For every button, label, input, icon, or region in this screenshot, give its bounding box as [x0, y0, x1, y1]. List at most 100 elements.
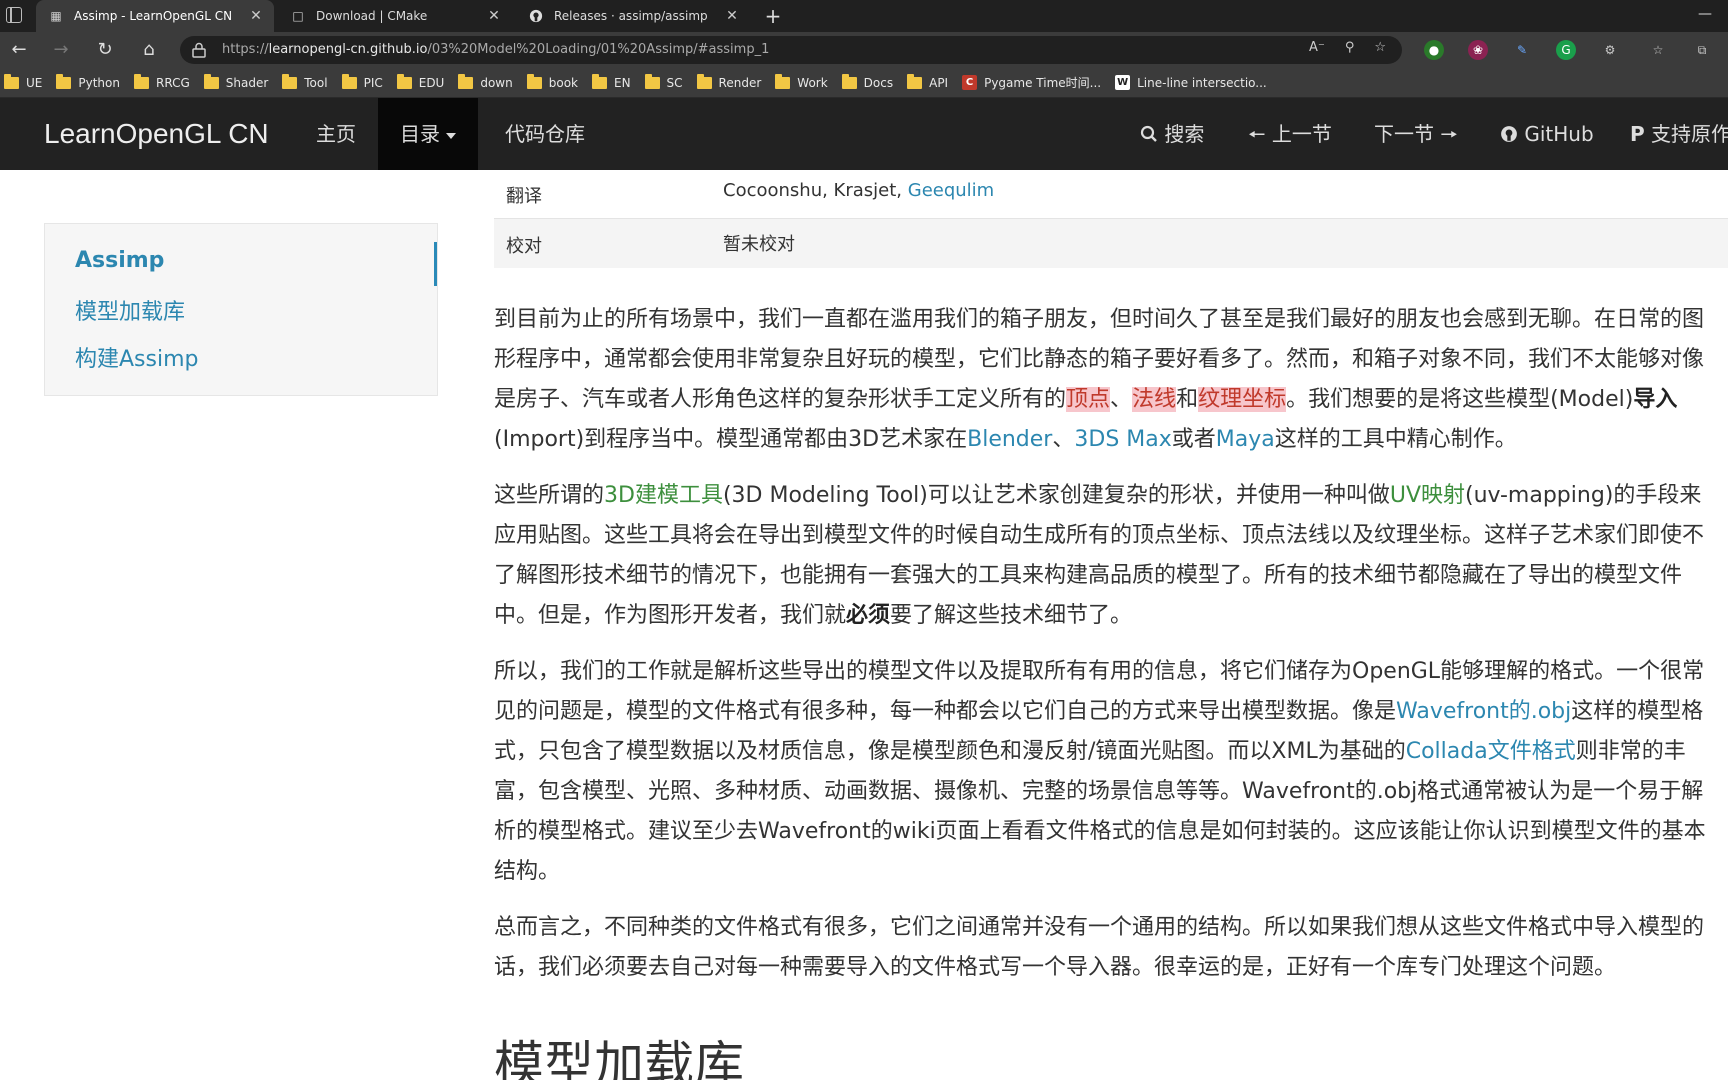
tab-label: Download | CMake	[316, 9, 428, 23]
text-line: 到目前为止的所有场景中，我们一直都在滥用我们的箱子朋友，但时间久了甚至是我们最好…	[494, 307, 1705, 332]
close-icon[interactable]: ✕	[486, 8, 502, 24]
text-line: 式，只包含了模型数据以及材质信息，像是模型颜色和漫反射/镜面光贴图。而以XML为…	[494, 732, 1728, 772]
link-collada[interactable]: Collada文件格式	[1406, 739, 1576, 764]
forward-arrow-icon[interactable]: →	[48, 38, 74, 62]
bookmark-label: Python	[78, 75, 120, 90]
nav-repo[interactable]: 代码仓库	[483, 98, 607, 170]
toc-item-assimp[interactable]: Assimp	[75, 248, 164, 273]
bookmark-folder[interactable]: Tool	[282, 73, 328, 90]
nav-next[interactable]: 下一节 🠖	[1352, 98, 1480, 170]
translator-link[interactable]: Geequlim	[908, 180, 994, 201]
folder-icon	[696, 73, 712, 89]
read-aloud-icon[interactable]: A⁻	[1309, 40, 1325, 55]
text-span: 这样的工具中精心制作。	[1274, 427, 1517, 452]
bookmark-folder[interactable]: book	[526, 73, 578, 90]
lock-icon	[192, 42, 206, 58]
new-tab-icon[interactable]: +	[760, 3, 786, 29]
text-line: 了解图形技术细节的情况下，也能拥有一套强大的工具来构建高品质的模型了。所有的技术…	[494, 563, 1683, 588]
site-navbar: LearnOpenGL CN 主页 目录 代码仓库 搜索 🠔 上一节 下一节 🠖…	[0, 98, 1728, 170]
toc-item-building-assimp[interactable]: 构建Assimp	[75, 341, 198, 373]
bookmark-folder[interactable]: Render	[696, 73, 761, 90]
text-span: 式，只包含了模型数据以及材质信息，像是模型颜色和漫反射/镜面光贴图。而以XML为…	[494, 739, 1406, 764]
refresh-icon[interactable]: ↻	[92, 38, 118, 62]
close-icon[interactable]: ✕	[724, 8, 740, 24]
term-uv-mapping: UV映射	[1389, 483, 1466, 508]
bookmark-folder[interactable]: SC	[644, 73, 683, 90]
active-indicator	[434, 242, 437, 286]
favorite-add-icon[interactable]: ☆	[1374, 40, 1386, 55]
folder-icon	[341, 73, 357, 89]
paragraph: 这些所谓的3D建模工具(3D Modeling Tool)可以让艺术家创建复杂的…	[494, 476, 1728, 636]
github-icon	[528, 8, 544, 24]
nav-github[interactable]: GitHub	[1478, 98, 1616, 170]
bookmark-folder[interactable]: UE	[4, 73, 42, 90]
favorites-icon[interactable]: ☆	[1648, 40, 1668, 60]
text-span: 则非常的丰	[1575, 739, 1686, 764]
nav-toc-dropdown[interactable]: 目录	[378, 98, 478, 170]
text-span: (uv-mapping)的手段来	[1465, 483, 1702, 508]
divider	[494, 218, 1728, 219]
link-blender[interactable]: Blender	[967, 427, 1052, 452]
bookmark-folder[interactable]: Python	[56, 73, 120, 90]
tab-cmake[interactable]: □ Download | CMake ✕	[278, 0, 512, 32]
nav-support[interactable]: P 支持原作	[1608, 98, 1728, 170]
bookmark-folder[interactable]: EN	[591, 73, 631, 90]
folder-icon	[203, 73, 219, 89]
bookmark-folder[interactable]: Docs	[841, 73, 893, 90]
bookmark-folder[interactable]: EDU	[396, 73, 444, 90]
text-line: (Import)到程序当中。模型通常都由3D艺术家在Blender、3DS Ma…	[494, 420, 1728, 460]
toc-item-model-loading-library[interactable]: 模型加载库	[75, 294, 185, 326]
pen-icon[interactable]: ✎	[1512, 40, 1532, 60]
bookmark-folder[interactable]: Work	[775, 73, 828, 90]
extensions-icon[interactable]: ⚙	[1600, 40, 1620, 60]
extension-pink-icon[interactable]: ❀	[1468, 40, 1488, 60]
bookmark-folder[interactable]: Shader	[203, 73, 268, 90]
folder-icon	[282, 73, 298, 89]
bold-term: 必须	[846, 603, 891, 628]
url-actions: A⁻ ⚲ ☆	[1309, 40, 1386, 55]
site-brand[interactable]: LearnOpenGL CN	[44, 118, 269, 150]
bookmark-label: Work	[797, 75, 828, 90]
bookmark-label: PIC	[363, 75, 383, 90]
folder-icon	[133, 73, 149, 89]
zoom-icon[interactable]: ⚲	[1345, 40, 1355, 55]
tab-assimp[interactable]: ▦ Assimp - LearnOpenGL CN ✕	[36, 0, 274, 32]
meta-label: 校对	[506, 236, 542, 257]
browser-tab-bar: ▦ Assimp - LearnOpenGL CN ✕ □ Download |…	[0, 0, 1728, 32]
pygame-icon: C	[962, 75, 978, 90]
address-toolbar: ← → ↻ ⌂ https://learnopengl-cn.github.io…	[0, 32, 1728, 68]
text-span: 和	[1176, 387, 1199, 412]
extension-green-icon[interactable]: ●	[1424, 40, 1444, 60]
nav-prev[interactable]: 🠔 上一节	[1226, 98, 1354, 170]
text-line: 结构。	[494, 859, 561, 884]
folder-icon	[396, 73, 412, 89]
url-field[interactable]: https://learnopengl-cn.github.io/03%20Mo…	[180, 36, 1402, 64]
bookmark-folder[interactable]: API	[907, 73, 948, 90]
text-line: 析的模型格式。建议至少去Wavefront的wiki页面上看看文件格式的信息是如…	[494, 819, 1706, 844]
tab-actions-icon[interactable]	[6, 7, 22, 23]
link-maya[interactable]: Maya	[1216, 427, 1275, 452]
link-3ds-max[interactable]: 3DS Max	[1074, 427, 1171, 452]
bookmark-link[interactable]: W Line-line intersectio...	[1115, 75, 1267, 90]
bookmark-folder[interactable]: PIC	[341, 73, 383, 90]
folder-icon	[644, 73, 660, 89]
arrow-left-icon: 🠔	[1248, 122, 1266, 146]
collections-icon[interactable]: ⧉	[1692, 40, 1712, 60]
text-line: 话，我们必须要去自己对每一种需要导入的文件格式写一个导入器。很幸运的是，正好有一…	[494, 955, 1617, 980]
minimize-icon[interactable]: —	[1698, 6, 1712, 22]
grammarly-icon[interactable]: G	[1556, 40, 1576, 60]
home-icon[interactable]: ⌂	[136, 38, 162, 62]
nav-home[interactable]: 主页	[294, 98, 378, 170]
url-host: learnopengl-cn.github.io	[268, 42, 428, 57]
bookmark-folder[interactable]: RRCG	[133, 73, 190, 90]
close-icon[interactable]: ✕	[248, 8, 264, 24]
tab-assimp-releases[interactable]: Releases · assimp/assimp ✕	[516, 0, 750, 32]
meta-value: Cocoonshu, Krasjet, Geequlim	[723, 180, 994, 201]
bookmark-link[interactable]: C Pygame Time时间...	[962, 74, 1101, 91]
arrow-right-icon: 🠖	[1440, 122, 1458, 146]
meta-label: 翻译	[506, 186, 542, 207]
nav-search[interactable]: 搜索	[1118, 98, 1226, 170]
bookmark-folder[interactable]: down	[458, 73, 513, 90]
link-wavefront-obj[interactable]: Wavefront的.obj	[1396, 699, 1571, 724]
back-arrow-icon[interactable]: ←	[6, 38, 32, 62]
